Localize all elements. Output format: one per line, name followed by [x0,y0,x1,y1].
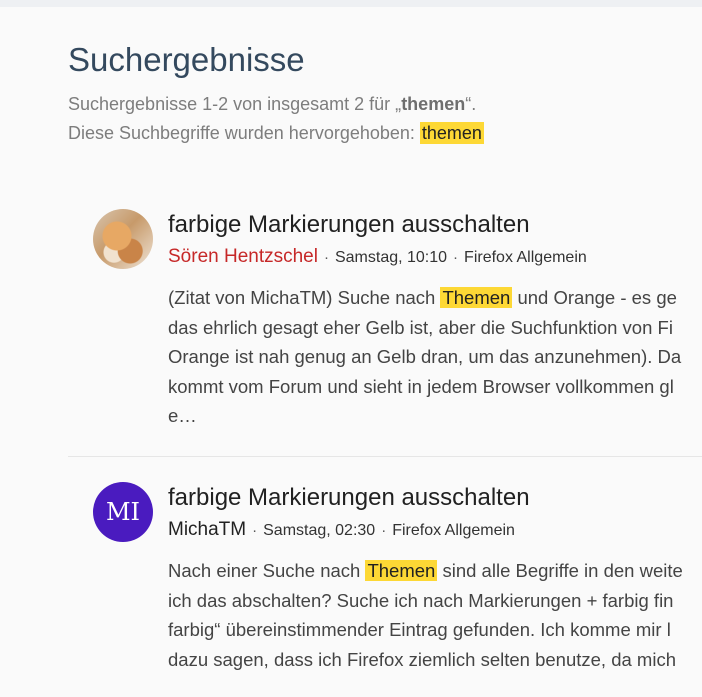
excerpt-text: (Zitat von MichaTM) Suche nach [168,287,441,308]
highlight-info: Diese Suchbegriffe wurden hervorgehoben:… [68,119,484,148]
summary-prefix: Suchergebnisse 1-2 von insgesamt 2 für „ [68,94,402,114]
search-term: themen [401,94,466,114]
forum-link[interactable]: Firefox Allgemein [392,522,515,539]
excerpt-line: das ehrlich gesagt eher Gelb ist, aber d… [168,316,673,338]
excerpt-text: und Orange - es ge [512,287,677,308]
result-title-link[interactable]: farbige Markierungen ausschalten [168,482,530,514]
avatar[interactable]: MI [93,482,153,542]
summary-suffix: “. [465,94,477,114]
result-excerpt: (Zitat von MichaTM) Suche nach Themen un… [168,283,702,431]
result-meta: MichaTM · Samstag, 02:30 · Firefox Allgemein [168,518,515,543]
excerpt-line: (Zitat von MichaTM) Suche nach Themen un… [168,283,702,313]
excerpt-line: Orange ist nah genug an Gelb dran, um da… [168,346,682,367]
excerpt-highlight: Themen [440,287,513,308]
excerpt-line: Nach einer Suche nach Themen sind alle B… [168,556,702,586]
excerpt-line: farbig“ übereinstimmender Eintrag gefund… [168,619,671,640]
separator-dot: · [381,522,387,539]
result-meta: Sören Hentzschel · Samstag, 10:10 · Firefox … [168,245,587,270]
result-count-text: Suchergebnisse 1-2 von insgesamt 2 für „… [68,90,484,119]
author-link[interactable]: MichaTM [168,519,246,540]
separator-dot: · [323,249,329,266]
excerpt-text: Nach einer Suche nach [168,560,366,581]
search-summary: Suchergebnisse 1-2 von insgesamt 2 für „… [68,90,484,148]
separator-dot: · [252,522,258,539]
result-title-link[interactable]: farbige Markierungen ausschalten [168,209,530,241]
excerpt-text: sind alle Begriffe in den weite [437,560,683,581]
excerpt-highlight: Themen [365,560,438,581]
separator-dot: · [453,249,459,266]
forum-link[interactable]: Firefox Allgemein [464,249,587,266]
excerpt-line: e… [168,405,197,426]
avatar[interactable] [93,209,153,269]
page-title: Suchergebnisse [68,41,305,78]
highlighted-term: themen [419,122,484,144]
post-date[interactable]: Samstag, 02:30 [263,522,375,539]
excerpt-line: ich das abschalten? Suche ich nach Marki… [168,589,674,611]
excerpt-line: dazu sagen, dass ich Firefox ziemlich se… [168,648,676,670]
post-date[interactable]: Samstag, 10:10 [335,249,447,266]
highlight-label: Diese Suchbegriffe wurden hervorgehoben: [68,123,420,143]
top-bar [0,0,702,7]
result-divider [68,456,702,457]
author-link[interactable]: Sören Hentzschel [168,246,318,267]
result-excerpt: Nach einer Suche nach Themen sind alle B… [168,556,702,674]
excerpt-line: kommt vom Forum und sieht in jedem Brows… [168,375,674,397]
